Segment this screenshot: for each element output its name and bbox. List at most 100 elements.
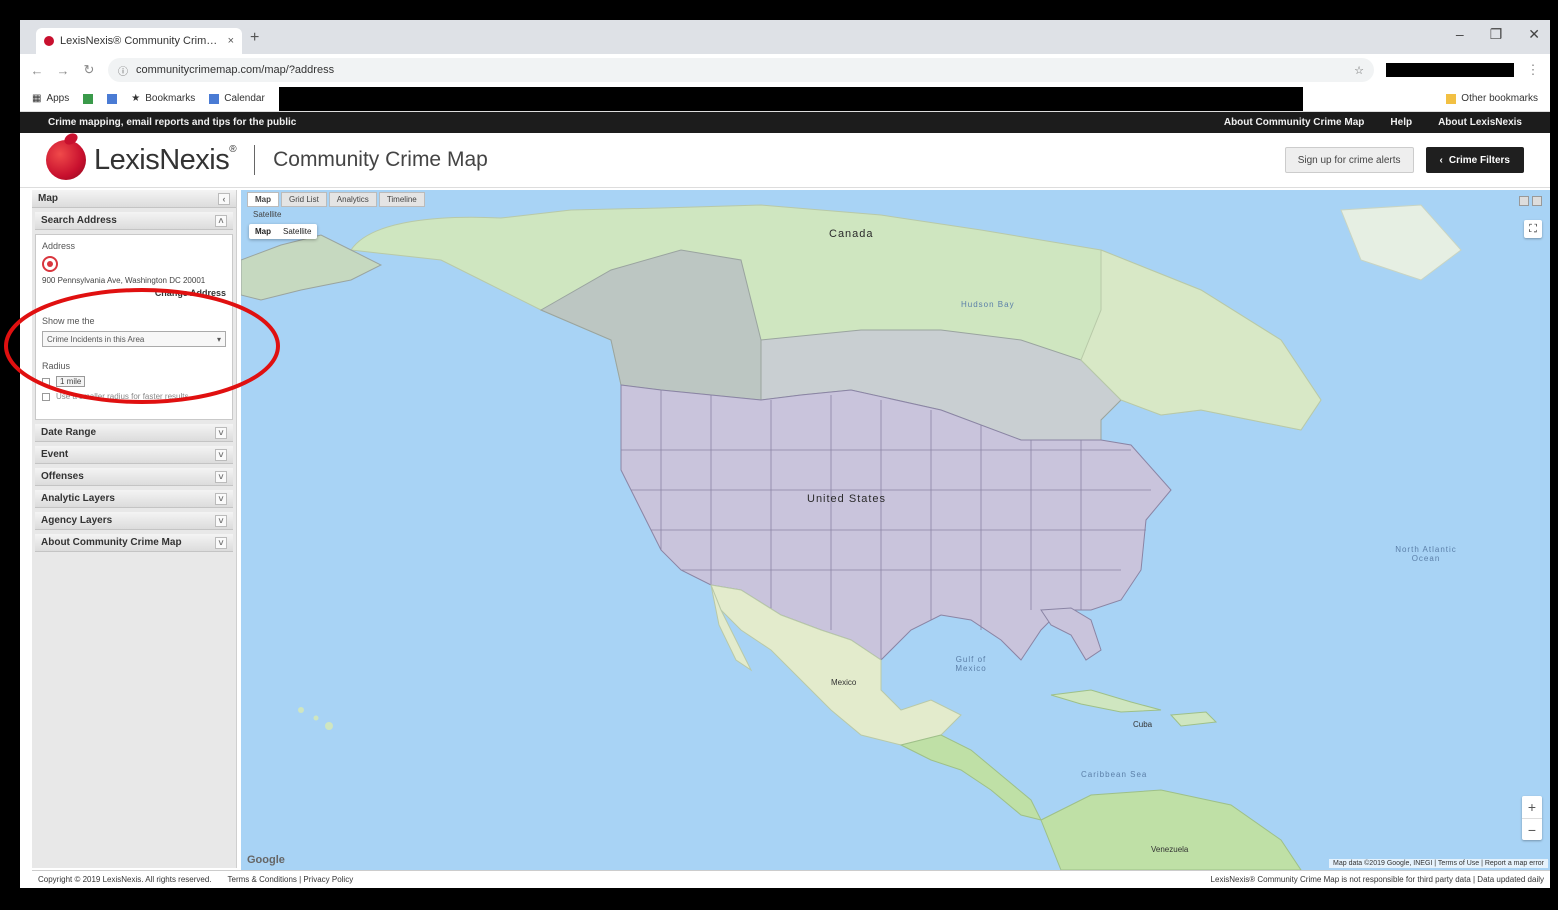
- bookmark-icon: [83, 93, 94, 104]
- tab-analytics[interactable]: Analytics: [328, 192, 377, 207]
- apps-grid-icon: ▦: [32, 93, 42, 104]
- back-icon[interactable]: ←: [30, 63, 44, 78]
- section-agency-layers[interactable]: Agency Layers ˅: [35, 512, 233, 530]
- sign-up-alerts-button[interactable]: Sign up for crime alerts: [1284, 147, 1414, 173]
- help-link[interactable]: Help: [1390, 117, 1412, 128]
- brand-name[interactable]: LexisNexis®: [94, 144, 237, 177]
- section-about[interactable]: About Community Crime Map ˅: [35, 534, 233, 552]
- label-canada: Canada: [829, 228, 874, 240]
- redacted-bookmarks: [278, 86, 1303, 111]
- chevron-down-icon: ˅: [215, 514, 227, 527]
- label-cuba: Cuba: [1133, 720, 1153, 729]
- show-me-label: Show me the: [42, 316, 95, 326]
- bookmark-2[interactable]: [107, 93, 118, 104]
- map-tiles: [241, 204, 1462, 870]
- bookmark-apps[interactable]: ▦ Apps: [32, 93, 69, 104]
- address-value: 900 Pennsylvania Ave, Washington DC 2000…: [42, 276, 206, 285]
- section-analytic-layers[interactable]: Analytic Layers ˅: [35, 490, 233, 508]
- browser-window: LexisNexis® Community Crime Map × + – ❐ …: [20, 20, 1550, 888]
- map-panel-icons: [1519, 196, 1542, 206]
- address-bar[interactable]: ⓘ communitycrimemap.com/map/?address ☆: [108, 58, 1374, 82]
- hispaniola: [1169, 711, 1218, 727]
- radius-label: Radius: [42, 361, 71, 371]
- page-footer: Copyright © 2019 LexisNexis. All rights …: [32, 870, 1550, 888]
- redacted-profile: [1386, 63, 1514, 77]
- settings-icon[interactable]: [1532, 196, 1542, 206]
- radius-select[interactable]: 1 mile: [56, 376, 86, 387]
- copyright-text: Copyright © 2019 LexisNexis. All rights …: [38, 875, 212, 884]
- locate-target-icon[interactable]: [42, 256, 58, 272]
- map-canvas[interactable]: Canada United States Mexico Cuba Venezue…: [241, 190, 1550, 870]
- tab-timeline[interactable]: Timeline: [378, 192, 425, 207]
- label-gulf: Gulf of Mexico: [955, 655, 987, 673]
- left-panel: Map ‹ Search Address ˄ Address 900 Penns…: [32, 190, 237, 868]
- panel-header: Map ‹: [32, 190, 236, 208]
- close-window-icon[interactable]: ✕: [1528, 26, 1540, 43]
- collapse-panel-icon[interactable]: ‹: [218, 192, 230, 205]
- crime-filters-button[interactable]: ‹ Crime Filters: [1425, 147, 1524, 173]
- chevron-up-icon: ˄: [215, 214, 227, 227]
- menu-icon[interactable]: ⋮: [1526, 62, 1540, 78]
- hawaii-island: [325, 722, 333, 730]
- show-me-select[interactable]: Crime Incidents in this Area ▾: [42, 331, 226, 347]
- layer-icon[interactable]: [1519, 196, 1529, 206]
- calendar-icon: [209, 93, 220, 104]
- search-address-header[interactable]: Search Address ˄: [35, 212, 233, 230]
- window-controls: – ❐ ✕: [1456, 26, 1540, 43]
- central-america: [899, 734, 1042, 821]
- header-divider: [254, 145, 256, 175]
- section-event[interactable]: Event ˅: [35, 446, 233, 464]
- section-offenses[interactable]: Offenses ˅: [35, 468, 233, 486]
- bookmark-icon: [107, 93, 118, 104]
- label-hudson-bay: Hudson Bay: [961, 300, 1015, 309]
- radius-checkbox[interactable]: [42, 377, 50, 386]
- search-address-body: Address 900 Pennsylvania Ave, Washington…: [35, 234, 233, 420]
- label-atlantic: North Atlantic Ocean: [1395, 545, 1457, 563]
- tab-strip: LexisNexis® Community Crime Map × + – ❐ …: [20, 20, 1550, 54]
- south-america: [1040, 789, 1302, 870]
- google-logo: Google: [247, 854, 285, 866]
- map-attribution[interactable]: Map data ©2019 Google, INEGI | Terms of …: [1329, 859, 1548, 868]
- section-date-range[interactable]: Date Range ˅: [35, 424, 233, 442]
- zoom-control: + −: [1522, 796, 1542, 840]
- bookmark-calendar[interactable]: Calendar: [209, 93, 265, 104]
- dropdown-arrow-icon: ▾: [216, 334, 221, 344]
- browser-tab[interactable]: LexisNexis® Community Crime Map ×: [36, 28, 242, 54]
- zoom-out-button[interactable]: −: [1522, 818, 1542, 840]
- bookmark-star-icon[interactable]: ☆: [1354, 64, 1364, 77]
- chevron-down-icon: ˅: [215, 426, 227, 439]
- chevron-down-icon: ˅: [215, 492, 227, 505]
- tab-close-icon[interactable]: ×: [228, 35, 234, 47]
- map-type-control: Map Satellite: [249, 224, 318, 239]
- filter-chevron-icon: ‹: [1439, 154, 1443, 166]
- maximize-icon[interactable]: ❐: [1490, 26, 1503, 43]
- tab-map[interactable]: Map: [247, 192, 279, 207]
- minimize-icon[interactable]: –: [1456, 26, 1464, 43]
- folder-icon: [1446, 93, 1457, 104]
- chevron-down-icon: ˅: [215, 536, 227, 549]
- chevron-down-icon: ˅: [215, 448, 227, 461]
- florida: [1040, 607, 1102, 661]
- about-ccm-link[interactable]: About Community Crime Map: [1224, 117, 1365, 128]
- change-address-link[interactable]: Change Address: [42, 288, 226, 298]
- map-type-satellite[interactable]: Satellite: [277, 224, 317, 239]
- bookmark-bookmarks[interactable]: ★ Bookmarks: [131, 93, 195, 104]
- address-label: Address: [42, 241, 76, 251]
- screenshot-frame: LexisNexis® Community Crime Map × + – ❐ …: [0, 0, 1558, 910]
- fullscreen-button[interactable]: ⛶: [1524, 220, 1542, 238]
- tab-grid-list[interactable]: Grid List: [281, 192, 327, 207]
- bookmark-other[interactable]: Other bookmarks: [1446, 93, 1538, 104]
- note-checkbox[interactable]: [42, 392, 50, 401]
- new-tab-button[interactable]: +: [250, 29, 259, 47]
- site-top-bar: Crime mapping, email reports and tips fo…: [20, 112, 1550, 133]
- bookmark-1[interactable]: [83, 93, 94, 104]
- footer-links[interactable]: Terms & Conditions | Privacy Policy: [228, 875, 354, 884]
- about-lexisnexis-link[interactable]: About LexisNexis: [1438, 117, 1522, 128]
- zoom-in-button[interactable]: +: [1522, 796, 1542, 818]
- forward-icon[interactable]: →: [56, 63, 70, 78]
- map-type-map[interactable]: Map: [249, 224, 277, 239]
- info-icon[interactable]: ⓘ: [118, 63, 128, 78]
- bookmarks-bar: ▦ Apps ★ Bookmarks Calendar Other bookmark…: [20, 86, 1550, 112]
- reload-icon[interactable]: ↻: [82, 62, 96, 78]
- radius-row: 1 mile: [42, 376, 226, 387]
